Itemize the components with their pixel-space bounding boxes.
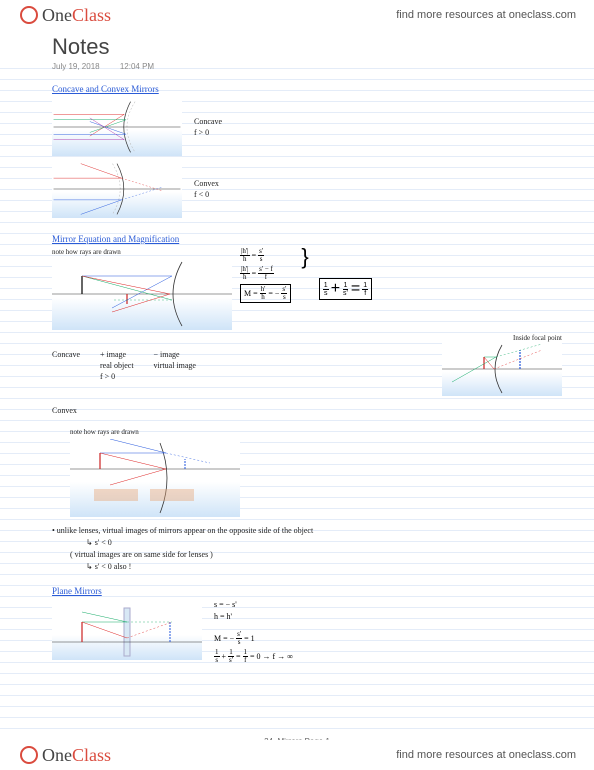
brand-one: One: [42, 5, 72, 26]
plane-mirror-diagram: [52, 604, 202, 660]
col2b: virtual image: [154, 361, 196, 370]
me-r2: f: [363, 290, 367, 297]
bullet2-sub: ↳ s' < 0 also !: [86, 562, 562, 571]
brand-class: Class: [72, 5, 111, 26]
bullet-sub1: ↳ s' < 0: [86, 538, 562, 547]
note-rays2: note how rays are drawn: [70, 428, 139, 436]
col2a: − image: [154, 350, 196, 359]
concave-f: f > 0: [194, 128, 222, 137]
note-rays: note how rays are drawn: [52, 248, 232, 256]
brand-class-bottom: Class: [72, 745, 111, 766]
col1a: + image: [100, 350, 134, 359]
convex-mirror-diagram: [52, 160, 182, 218]
pm-b: s: [237, 639, 242, 646]
logo-circle-icon: [20, 6, 38, 24]
inside-focal-label: Inside focal point: [513, 334, 562, 342]
eqMb: h: [260, 294, 266, 301]
brand-logo-bottom: OneClass: [20, 745, 111, 766]
pf-l2: s: [214, 657, 219, 664]
eq-eq2: =: [252, 269, 257, 278]
me-l1: 1: [323, 282, 329, 290]
pf-m2: s': [228, 657, 234, 664]
eqM-lbl: M =: [244, 289, 258, 298]
resources-link-bottom[interactable]: find more resources at oneclass.com: [396, 749, 576, 761]
pf-eq: =: [236, 652, 241, 661]
col1c: f > 0: [100, 372, 134, 381]
date: July 19, 2018: [52, 62, 100, 71]
mirror-equation: 1s + 1s' = 1f: [319, 278, 372, 300]
me-l2: s: [323, 290, 329, 297]
equation-block: |h'|h = s's |h'|h = s' − ff M = h'h = − …: [240, 248, 291, 303]
plane-equations: s = − s' h = h' M = − s's = 1 1s + 1s' =…: [214, 600, 293, 664]
me-plus: +: [331, 280, 340, 298]
concave-label2: Concave: [52, 350, 80, 359]
me-m2: s': [342, 290, 349, 297]
eq2-den: h: [242, 274, 248, 281]
convex-label2: Convex: [52, 406, 77, 415]
convex-f: f < 0: [194, 190, 219, 199]
eq-eq1: =: [252, 251, 257, 260]
me-r1: 1: [362, 282, 368, 290]
header-bottom: OneClass find more resources at oneclass…: [0, 740, 594, 770]
col1b: real object: [100, 361, 134, 370]
inside-focal-diagram: [442, 342, 562, 396]
plane-eq1: s = − s': [214, 600, 293, 609]
resources-link-top[interactable]: find more resources at oneclass.com: [396, 9, 576, 21]
time: 12:04 PM: [120, 62, 154, 71]
pf-zero: = 0: [250, 652, 261, 661]
pm-val: = 1: [244, 634, 255, 643]
pf-plus: +: [222, 652, 227, 661]
section3-heading: Plane Mirrors: [52, 586, 562, 596]
page-title: Notes: [52, 34, 109, 60]
plane-eq2: h = h': [214, 612, 293, 621]
mirror-eq-diagram: [52, 258, 232, 330]
me-eq: =: [351, 280, 360, 298]
eq2d: f: [264, 274, 268, 281]
me-m1: 1: [343, 282, 349, 290]
pf-r2: f: [243, 657, 247, 664]
concave-mirror-diagram: [52, 98, 182, 156]
section1-heading: Concave and Convex Mirrors: [52, 84, 562, 94]
pf-inf: → f → ∞: [263, 652, 293, 661]
eq1-den: h: [242, 256, 248, 263]
convex-label: Convex: [194, 179, 219, 188]
eqM-neg: = −: [268, 289, 279, 298]
convex-ray-diagram: [70, 439, 240, 517]
section2-heading: Mirror Equation and Magnification: [52, 234, 562, 244]
bullet-note: • unlike lenses, virtual images of mirro…: [52, 526, 562, 535]
bullet2: ( virtual images are on same side for le…: [70, 550, 562, 559]
eqMd: s: [282, 294, 287, 301]
datetime: July 19, 2018 12:04 PM: [52, 62, 154, 71]
concave-label: Concave: [194, 117, 222, 126]
logo-circle-icon-bottom: [20, 746, 38, 764]
brand-logo: OneClass: [20, 5, 111, 26]
brace-icon: }: [301, 248, 308, 266]
eq1d: s: [259, 256, 264, 263]
plane-eqM: M = −: [214, 634, 234, 643]
header-top: OneClass find more resources at oneclass…: [0, 0, 594, 30]
brand-one-bottom: One: [42, 745, 72, 766]
